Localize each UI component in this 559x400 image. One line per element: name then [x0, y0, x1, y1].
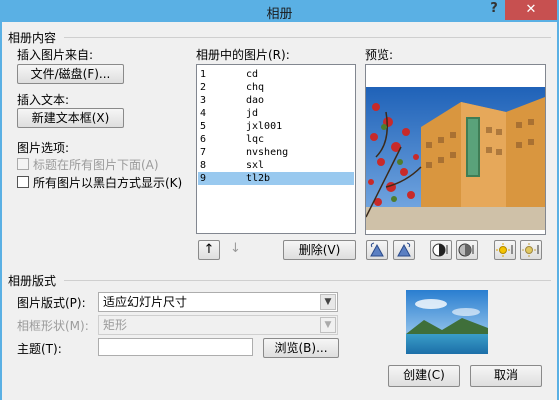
- rotate-left-button[interactable]: [366, 240, 388, 260]
- close-button[interactable]: ✕: [505, 0, 557, 20]
- theme-label: 主题(T):: [17, 342, 62, 356]
- picture-layout-label: 图片版式(P):: [17, 296, 86, 310]
- chevron-down-icon: ▼: [320, 317, 336, 333]
- list-item-number: 2: [200, 82, 207, 93]
- picture-options-label: 图片选项:: [17, 141, 70, 155]
- arrow-down-icon: ↓: [230, 241, 241, 256]
- list-item[interactable]: 3 dao: [198, 94, 354, 107]
- list-item-number: 7: [200, 147, 207, 158]
- list-item[interactable]: 1 cd: [198, 68, 354, 81]
- delete-button[interactable]: 删除(V): [283, 240, 356, 260]
- list-item[interactable]: 4 jd: [198, 107, 354, 120]
- list-item-number: 8: [200, 160, 207, 171]
- brightness-down-icon: [522, 243, 539, 257]
- list-item[interactable]: 2 chq: [198, 81, 354, 94]
- contrast-up-icon: [432, 243, 448, 257]
- album-content-group-label: 相册内容: [8, 31, 57, 45]
- move-up-button[interactable]: ↑: [198, 240, 220, 260]
- brightness-down-button[interactable]: [520, 240, 542, 260]
- preview-image: [366, 87, 545, 230]
- list-item[interactable]: 7 nvsheng: [198, 146, 354, 159]
- list-item[interactable]: 5 jxl001: [198, 120, 354, 133]
- insert-text-label: 插入文本:: [17, 93, 70, 107]
- list-item-name: dao: [246, 95, 265, 106]
- list-item-name: tl2b: [246, 173, 271, 184]
- create-button[interactable]: 创建(C): [388, 365, 460, 387]
- list-item-name: jxl001: [246, 121, 283, 132]
- picture-layout-select[interactable]: 适应幻灯片尺寸 ▼: [98, 292, 338, 312]
- arrow-up-icon: ↑: [203, 242, 215, 257]
- preview-frame: [365, 64, 546, 235]
- window-frame-left: [0, 22, 2, 400]
- list-item[interactable]: 6 lqc: [198, 133, 354, 146]
- browse-button[interactable]: 浏览(B)...: [263, 338, 339, 358]
- list-item[interactable]: 8 sxl: [198, 159, 354, 172]
- list-item-number: 5: [200, 121, 207, 132]
- rotate-right-icon: [397, 242, 411, 257]
- layout-preview-thumbnail: [406, 290, 488, 354]
- list-item-name: cd: [246, 69, 259, 80]
- new-textbox-button[interactable]: 新建文本框(X): [17, 108, 124, 128]
- picture-layout-value: 适应幻灯片尺寸: [103, 295, 188, 309]
- album-content-divider: [64, 37, 551, 38]
- contrast-down-icon: [458, 243, 474, 257]
- pictures-listbox[interactable]: 1 cd 2 chq 3 dao 4 jd 5 jxl001 6 lqc 7 nvsheng …: [196, 64, 356, 234]
- black-white-checkbox[interactable]: [17, 176, 29, 188]
- pictures-list-label: 相册中的图片(R):: [196, 48, 290, 62]
- frame-shape-value: 矩形: [103, 318, 128, 332]
- captions-below-label: 标题在所有图片下面(A): [33, 158, 159, 172]
- contrast-down-button[interactable]: [456, 240, 478, 260]
- list-item-name: lqc: [246, 134, 265, 145]
- move-down-button[interactable]: ↓: [230, 241, 241, 256]
- list-item-selected[interactable]: 9 tl2b: [198, 172, 354, 185]
- captions-below-checkbox[interactable]: [17, 158, 29, 170]
- frame-shape-label: 相框形状(M):: [17, 319, 89, 333]
- brightness-up-icon: [496, 243, 513, 257]
- list-item-name: sxl: [246, 160, 265, 171]
- black-white-label: 所有图片以黑白方式显示(K): [33, 176, 183, 190]
- frame-shape-select[interactable]: 矩形 ▼: [98, 315, 338, 335]
- title-bar: 相册 ? ✕: [0, 0, 559, 22]
- list-item-number: 1: [200, 69, 207, 80]
- brightness-up-button[interactable]: [494, 240, 516, 260]
- window-title: 相册: [266, 7, 293, 22]
- help-button[interactable]: ?: [484, 1, 504, 19]
- album-layout-group-label: 相册版式: [8, 274, 57, 288]
- list-item-name: chq: [246, 82, 265, 93]
- list-item-number: 4: [200, 108, 207, 119]
- list-item-name: jd: [246, 108, 259, 119]
- list-item-name: nvsheng: [246, 147, 289, 158]
- chevron-down-icon: ▼: [320, 294, 336, 310]
- cancel-button[interactable]: 取消: [470, 365, 542, 387]
- contrast-up-button[interactable]: [430, 240, 452, 260]
- list-item-number: 6: [200, 134, 207, 145]
- preview-label: 预览:: [365, 48, 394, 62]
- rotate-right-button[interactable]: [393, 240, 415, 260]
- list-item-number: 9: [200, 173, 207, 184]
- rotate-left-icon: [370, 242, 384, 257]
- list-item-number: 3: [200, 95, 207, 106]
- album-layout-divider: [64, 280, 551, 281]
- insert-picture-label: 插入图片来自:: [17, 48, 94, 62]
- file-disk-button[interactable]: 文件/磁盘(F)...: [17, 64, 124, 84]
- theme-input[interactable]: [98, 338, 253, 356]
